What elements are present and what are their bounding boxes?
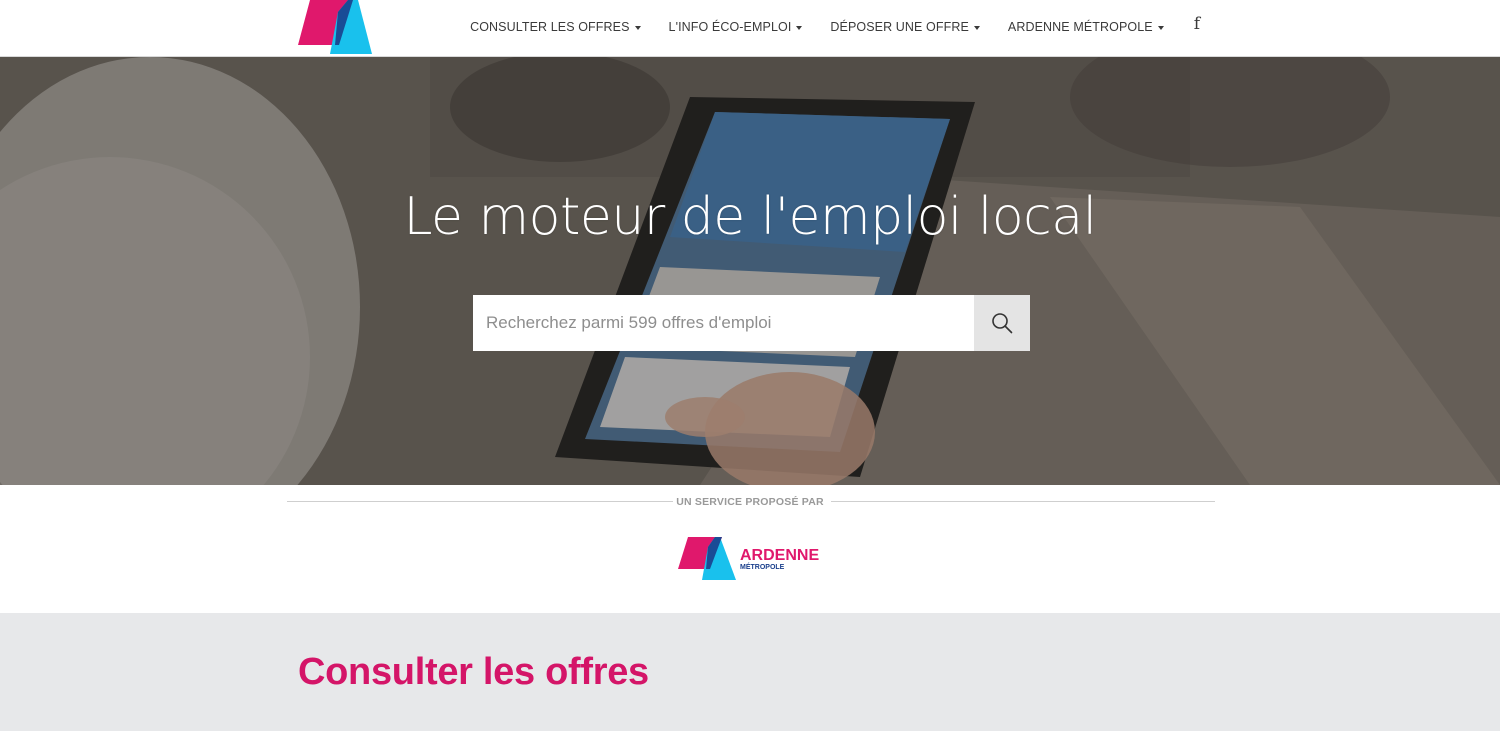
search-input[interactable]	[473, 295, 974, 351]
nav-ardenne-metropole-label: ARDENNE MÉTROPOLE	[1007, 20, 1153, 34]
caret-down-icon	[796, 25, 803, 30]
search-button[interactable]	[974, 295, 1030, 351]
search-icon	[992, 313, 1013, 334]
caret-down-icon	[1157, 25, 1164, 30]
hero-background-photo	[0, 57, 1500, 485]
caret-down-icon	[973, 25, 980, 30]
hero-banner: Le moteur de l'emploi local	[0, 57, 1500, 485]
nav-info-eco-emploi-label: L'INFO ÉCO-EMPLOI	[668, 20, 792, 34]
hero-title: Le moteur de l'emploi local	[403, 187, 1097, 247]
nav-consulter-offres-label: CONSULTER LES OFFRES	[470, 20, 630, 34]
offers-section: Consulter les offres	[0, 613, 1500, 731]
nav-deposer-offre[interactable]: DÉPOSER UNE OFFRE	[830, 20, 980, 34]
service-band: UN SERVICE PROPOSÉ PAR ARDENNE MÉTROPOLE	[0, 485, 1500, 613]
site-header: CONSULTER LES OFFRES L'INFO ÉCO-EMPLOI D…	[0, 0, 1500, 57]
search-bar	[473, 295, 1030, 351]
main-nav: CONSULTER LES OFFRES L'INFO ÉCO-EMPLOI D…	[442, 0, 1200, 54]
caret-down-icon	[634, 25, 641, 30]
nav-ardenne-metropole[interactable]: ARDENNE MÉTROPOLE	[1008, 20, 1164, 34]
offers-title: Consulter les offres	[298, 651, 649, 693]
facebook-icon[interactable]: f	[1194, 14, 1200, 34]
logo-subwordmark: MÉTROPOLE	[740, 562, 785, 571]
nav-deposer-offre-label: DÉPOSER UNE OFFRE	[830, 20, 969, 34]
site-logo[interactable]	[298, 0, 374, 54]
service-label: UN SERVICE PROPOSÉ PAR	[676, 496, 824, 508]
nav-consulter-offres[interactable]: CONSULTER LES OFFRES	[470, 20, 641, 34]
ardenne-metropole-logo[interactable]: ARDENNE MÉTROPOLE	[678, 537, 828, 581]
logo-wordmark: ARDENNE	[740, 547, 819, 564]
nav-info-eco-emploi[interactable]: L'INFO ÉCO-EMPLOI	[669, 20, 803, 34]
